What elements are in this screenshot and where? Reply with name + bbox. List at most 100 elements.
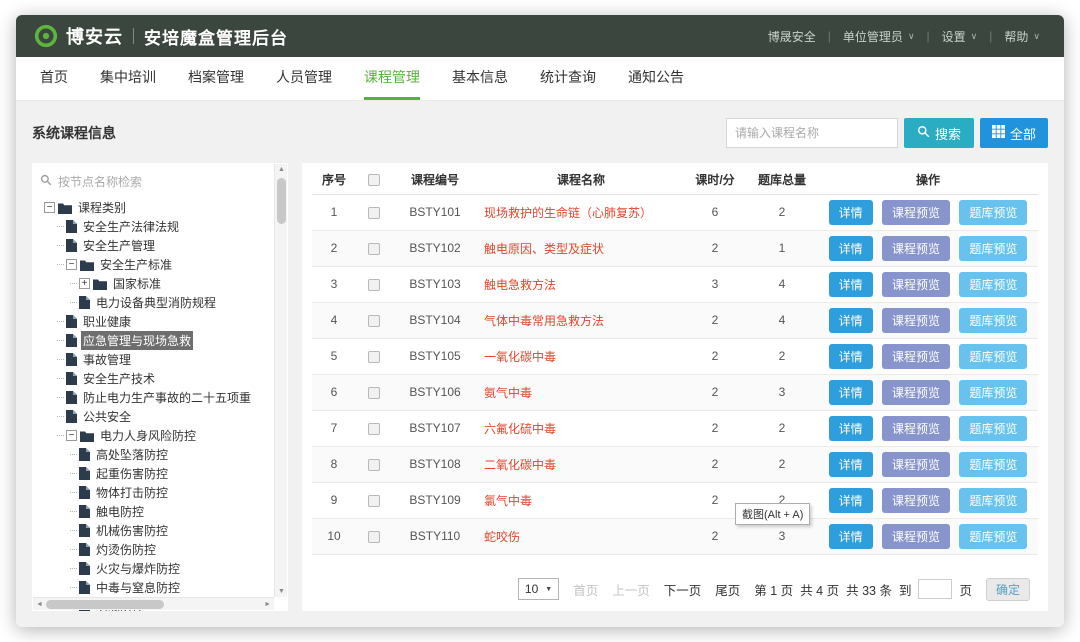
course-name-link[interactable]: 氨气中毒	[484, 386, 532, 400]
tree-node-label[interactable]: 高处坠落防控	[94, 445, 170, 464]
course-search-input[interactable]	[726, 118, 898, 148]
tree-node[interactable]: 防止电力生产事故的二十五项重	[40, 388, 270, 407]
nav-tab[interactable]: 统计查询	[540, 57, 596, 100]
scroll-down-icon[interactable]: ▼	[275, 588, 288, 595]
goto-page-input[interactable]	[918, 579, 952, 599]
tree-node-label[interactable]: 起重伤害防控	[94, 464, 170, 483]
bank-preview-button[interactable]: 题库预览	[959, 344, 1027, 369]
tree-filter-input[interactable]	[58, 175, 270, 189]
course-preview-button[interactable]: 课程预览	[882, 524, 950, 549]
bank-preview-button[interactable]: 题库预览	[959, 380, 1027, 405]
page-size-select[interactable]: 10 ▼	[518, 578, 559, 600]
course-name-link[interactable]: 触电急救方法	[484, 278, 556, 292]
tree-node-label[interactable]: 国家标准	[111, 274, 163, 293]
scroll-left-icon[interactable]: ◄	[36, 598, 43, 611]
nav-tab[interactable]: 基本信息	[452, 57, 508, 100]
detail-button[interactable]: 详情	[829, 272, 873, 297]
course-name-link[interactable]: 触电原因、类型及症状	[484, 242, 604, 256]
bank-preview-button[interactable]: 题库预览	[959, 236, 1027, 261]
vertical-scroll-thumb[interactable]	[277, 178, 286, 224]
course-name-link[interactable]: 一氧化碳中毒	[484, 350, 556, 364]
nav-tab[interactable]: 人员管理	[276, 57, 332, 100]
tree-node-label[interactable]: 安全生产技术	[81, 369, 157, 388]
tree-node[interactable]: +	[40, 274, 270, 293]
course-preview-button[interactable]: 课程预览	[882, 200, 950, 225]
course-name-link[interactable]: 蛇咬伤	[484, 530, 520, 544]
menu-unit-admin[interactable]: 单位管理员 ∨	[843, 28, 915, 45]
tree-expander-icon[interactable]: +	[79, 278, 90, 289]
tree-node[interactable]: 电力设备典型消防规程	[40, 293, 270, 312]
tree-node[interactable]: −	[40, 198, 270, 217]
nav-tab[interactable]: 档案管理	[188, 57, 244, 100]
detail-button[interactable]: 详情	[829, 524, 873, 549]
tree-node[interactable]: 火灾与爆炸防控	[40, 559, 270, 578]
scroll-right-icon[interactable]: ►	[264, 598, 271, 611]
row-checkbox[interactable]	[368, 351, 380, 363]
bank-preview-button[interactable]: 题库预览	[959, 488, 1027, 513]
course-name-link[interactable]: 气体中毒常用急救方法	[484, 314, 604, 328]
row-checkbox[interactable]	[368, 279, 380, 291]
bank-preview-button[interactable]: 题库预览	[959, 452, 1027, 477]
tree-node[interactable]: −	[40, 255, 270, 274]
row-checkbox[interactable]	[368, 495, 380, 507]
detail-button[interactable]: 详情	[829, 344, 873, 369]
tree-node[interactable]: 事故管理	[40, 350, 270, 369]
tree-node-label[interactable]: 安全生产标准	[98, 255, 174, 274]
tree-expander-icon[interactable]: −	[44, 202, 55, 213]
row-checkbox[interactable]	[368, 387, 380, 399]
detail-button[interactable]: 详情	[829, 488, 873, 513]
bank-preview-button[interactable]: 题库预览	[959, 308, 1027, 333]
tree-node[interactable]: 高处坠落防控	[40, 445, 270, 464]
course-name-link[interactable]: 二氧化碳中毒	[484, 458, 556, 472]
horizontal-scrollbar[interactable]: ◄ ►	[33, 597, 274, 610]
tree-node[interactable]: 安全生产法律法规	[40, 217, 270, 236]
prev-page-button[interactable]: 上一页	[612, 580, 650, 599]
tree-node[interactable]: 安全生产管理	[40, 236, 270, 255]
course-preview-button[interactable]: 课程预览	[882, 308, 950, 333]
tree-expander-icon[interactable]: −	[66, 259, 77, 270]
detail-button[interactable]: 详情	[829, 452, 873, 477]
tree-node[interactable]: 灼烫伤防控	[40, 540, 270, 559]
tree-node-label[interactable]: 机械伤害防控	[94, 521, 170, 540]
bank-preview-button[interactable]: 题库预览	[959, 200, 1027, 225]
detail-button[interactable]: 详情	[829, 236, 873, 261]
tree-node[interactable]: 物体打击防控	[40, 483, 270, 502]
course-preview-button[interactable]: 课程预览	[882, 416, 950, 441]
tree-node-label[interactable]: 公共安全	[81, 407, 133, 426]
tree-node-label[interactable]: 课程类别	[76, 198, 128, 217]
row-checkbox[interactable]	[368, 423, 380, 435]
first-page-button[interactable]: 首页	[573, 580, 598, 599]
menu-help[interactable]: 帮助 ∨	[1004, 28, 1040, 45]
row-checkbox[interactable]	[368, 243, 380, 255]
bank-preview-button[interactable]: 题库预览	[959, 416, 1027, 441]
tree-node[interactable]: 中毒与窒息防控	[40, 578, 270, 597]
tree-node-label[interactable]: 触电防控	[94, 502, 146, 521]
row-checkbox[interactable]	[368, 315, 380, 327]
scroll-up-icon[interactable]: ▲	[275, 166, 288, 173]
tree-node-label[interactable]: 物体打击防控	[94, 483, 170, 502]
tree-node-label[interactable]: 防止电力生产事故的二十五项重	[81, 388, 253, 407]
row-checkbox[interactable]	[368, 531, 380, 543]
bank-preview-button[interactable]: 题库预览	[959, 272, 1027, 297]
last-page-button[interactable]: 尾页	[715, 580, 740, 599]
tree-node[interactable]: −	[40, 426, 270, 445]
tree-node-label[interactable]: 应急管理与现场急救	[81, 331, 193, 350]
select-all-checkbox[interactable]	[368, 174, 380, 186]
detail-button[interactable]: 详情	[829, 380, 873, 405]
tree-node[interactable]: 公共安全	[40, 407, 270, 426]
detail-button[interactable]: 详情	[829, 200, 873, 225]
row-checkbox[interactable]	[368, 459, 380, 471]
tree-node-label[interactable]: 火灾与爆炸防控	[94, 559, 182, 578]
course-preview-button[interactable]: 课程预览	[882, 344, 950, 369]
tree-node-label[interactable]: 安全生产法律法规	[81, 217, 181, 236]
bank-preview-button[interactable]: 题库预览	[959, 524, 1027, 549]
detail-button[interactable]: 详情	[829, 308, 873, 333]
course-preview-button[interactable]: 课程预览	[882, 236, 950, 261]
next-page-button[interactable]: 下一页	[664, 580, 702, 599]
all-button[interactable]: 全部	[980, 118, 1048, 148]
tree-node[interactable]: 触电防控	[40, 502, 270, 521]
course-preview-button[interactable]: 课程预览	[882, 488, 950, 513]
nav-tab[interactable]: 集中培训	[100, 57, 156, 100]
tree-node[interactable]: 安全生产技术	[40, 369, 270, 388]
search-button[interactable]: 搜索	[904, 118, 974, 148]
